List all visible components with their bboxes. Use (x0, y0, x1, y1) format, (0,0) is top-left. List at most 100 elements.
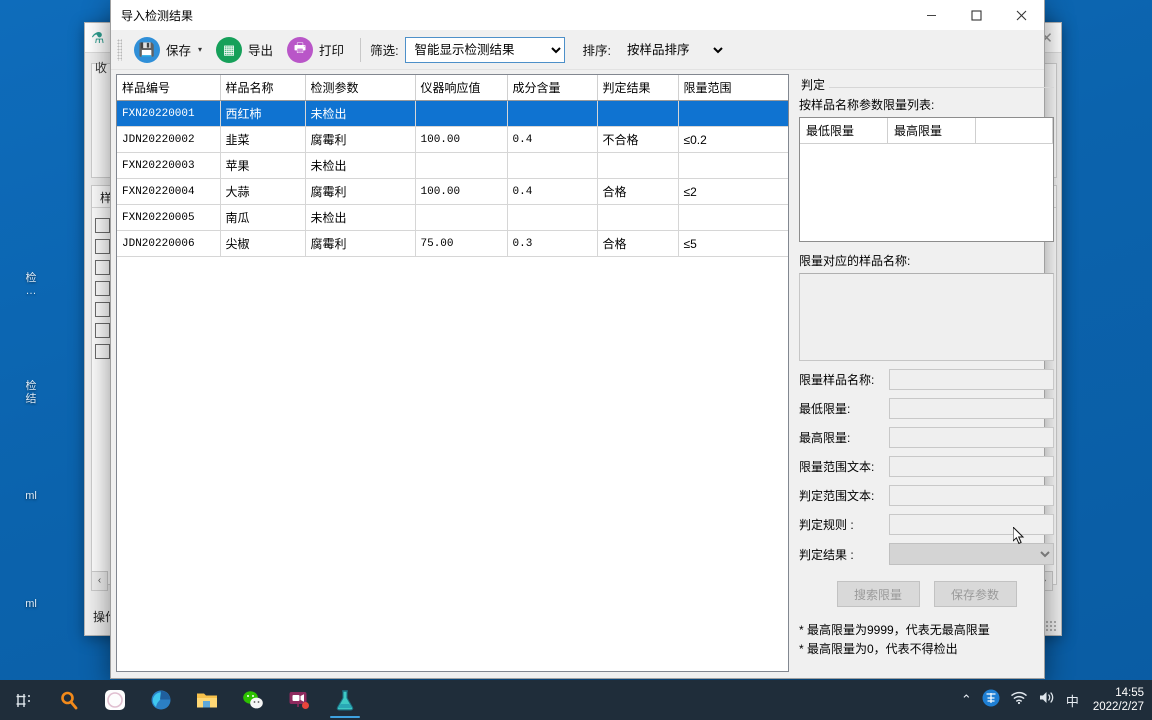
desktop-icon[interactable]: 检… (0, 272, 62, 298)
meeting-icon[interactable] (276, 680, 322, 720)
export-button[interactable]: ▦ 导出 (209, 34, 280, 66)
table-cell[interactable] (678, 100, 788, 127)
table-cell[interactable]: JDN20220006 (117, 230, 221, 257)
import-test-results-dialog[interactable]: 导入检测结果 💾 保存 ▾ ▦ 导出 🖶 打印 筛选: 智能显示检测结果 排序:… (110, 0, 1054, 679)
table-cell[interactable]: 腐霉利 (305, 178, 416, 205)
table-cell[interactable] (597, 152, 679, 179)
table-cell[interactable]: ≤0.2 (678, 126, 788, 153)
table-cell[interactable]: ≤5 (678, 230, 788, 257)
background-scroll-left-button[interactable]: ‹ (91, 571, 108, 591)
toolbar-grip-icon[interactable] (117, 38, 122, 61)
table-cell[interactable]: 西红柿 (220, 100, 306, 127)
grid-column-header[interactable]: 样品名称 (220, 75, 306, 101)
grid-column-header[interactable]: 成分含量 (507, 75, 598, 101)
cortana-icon[interactable] (92, 680, 138, 720)
table-cell[interactable]: 腐霉利 (305, 126, 416, 153)
edge-icon[interactable] (138, 680, 184, 720)
table-cell[interactable]: FXN20220001 (117, 100, 221, 127)
search-limit-button[interactable]: 搜索限量 (836, 581, 920, 607)
table-row[interactable]: FXN20220004 大蒜 腐霉利 100.00 0.4 合格 ≤2 (117, 178, 788, 205)
table-cell[interactable]: 0.4 (507, 178, 598, 205)
table-cell[interactable] (597, 100, 679, 127)
table-cell[interactable]: 南瓜 (220, 204, 306, 231)
table-cell[interactable] (678, 204, 788, 231)
table-cell[interactable] (415, 204, 508, 231)
grid-column-header[interactable]: 检测参数 (305, 75, 416, 101)
volume-icon[interactable] (1038, 690, 1056, 710)
desktop-icon[interactable]: ml (0, 598, 62, 611)
table-cell[interactable] (415, 152, 508, 179)
chevron-down-icon[interactable]: ▾ (198, 45, 202, 54)
field-input[interactable] (889, 514, 1054, 535)
desktop-icon[interactable]: 检结 (0, 380, 62, 406)
sort-select[interactable]: 按样品排序 (617, 36, 728, 63)
table-cell[interactable]: FXN20220005 (117, 204, 221, 231)
background-checkbox[interactable] (95, 218, 110, 233)
grid-column-header[interactable]: 样品编号 (117, 75, 221, 101)
ime-icon[interactable] (982, 689, 1000, 712)
table-cell[interactable] (678, 152, 788, 179)
minimize-button[interactable] (909, 0, 954, 30)
table-cell[interactable] (507, 100, 598, 127)
background-checkbox[interactable] (95, 344, 110, 359)
table-cell[interactable]: 腐霉利 (305, 230, 416, 257)
table-cell[interactable]: 0.3 (507, 230, 598, 257)
table-cell[interactable]: 尖椒 (220, 230, 306, 257)
table-cell[interactable]: 100.00 (415, 126, 508, 153)
wechat-icon[interactable] (230, 680, 276, 720)
background-checkbox[interactable] (95, 260, 110, 275)
judgement-result-select[interactable] (889, 543, 1054, 565)
results-grid-container[interactable]: 样品编号 样品名称 检测参数 仪器响应值 成分含量 判定结果 限量范围 FXN2022000… (116, 74, 789, 672)
table-row[interactable]: FXN20220003 苹果 未检出 (117, 152, 788, 179)
field-input[interactable] (889, 427, 1054, 448)
sample-name-textarea[interactable] (799, 273, 1054, 361)
table-cell[interactable]: 韭菜 (220, 126, 306, 153)
table-cell[interactable]: 75.00 (415, 230, 508, 257)
field-input[interactable] (889, 456, 1054, 477)
chevron-up-icon[interactable]: ⌃ (961, 692, 972, 708)
table-cell[interactable] (415, 100, 508, 127)
table-cell[interactable] (507, 152, 598, 179)
table-cell[interactable]: 苹果 (220, 152, 306, 179)
save-button[interactable]: 💾 保存 ▾ (127, 34, 209, 66)
table-cell[interactable]: 100.00 (415, 178, 508, 205)
table-row[interactable]: JDN20220006 尖椒 腐霉利 75.00 0.3 合格 ≤5 (117, 230, 788, 257)
table-cell[interactable]: FXN20220004 (117, 178, 221, 205)
background-checkbox[interactable] (95, 239, 110, 254)
filter-select[interactable]: 智能显示检测结果 (404, 36, 565, 63)
table-cell[interactable] (597, 204, 679, 231)
field-input[interactable] (889, 369, 1054, 390)
grid-column-header[interactable]: 限量范围 (678, 75, 788, 101)
maximize-button[interactable] (954, 0, 999, 30)
table-row[interactable]: JDN20220002 韭菜 腐霉利 100.00 0.4 不合格 ≤0.2 (117, 126, 788, 153)
flask-app-icon[interactable] (322, 680, 368, 720)
background-checkbox[interactable] (95, 323, 110, 338)
table-cell[interactable]: FXN20220003 (117, 152, 221, 179)
file-explorer-icon[interactable] (184, 680, 230, 720)
limit-list[interactable]: 最低限量 最高限量 (799, 117, 1054, 242)
print-button[interactable]: 🖶 打印 (280, 34, 351, 66)
grid-column-header[interactable]: 仪器响应值 (415, 75, 508, 101)
table-cell[interactable] (507, 204, 598, 231)
table-row[interactable]: FXN20220005 南瓜 未检出 (117, 204, 788, 231)
table-cell[interactable]: 未检出 (305, 204, 416, 231)
field-input[interactable] (889, 485, 1054, 506)
field-input[interactable] (889, 398, 1054, 419)
taskbar-clock[interactable]: 14:55 2022/2/27 (1089, 686, 1144, 714)
table-cell[interactable]: ≤2 (678, 178, 788, 205)
table-cell[interactable]: JDN20220002 (117, 126, 221, 153)
start-icon[interactable] (0, 680, 46, 720)
table-cell[interactable]: 合格 (597, 178, 679, 205)
table-row[interactable]: FXN20220001 西红柿 未检出 (117, 100, 788, 127)
desktop-icon[interactable]: ml (0, 490, 62, 503)
windows-taskbar[interactable]: ⌃ 中 14:55 2022/2/27 (0, 680, 1152, 720)
dialog-titlebar[interactable]: 导入检测结果 (111, 0, 1044, 30)
table-cell[interactable]: 未检出 (305, 100, 416, 127)
table-cell[interactable]: 0.4 (507, 126, 598, 153)
table-cell[interactable]: 未检出 (305, 152, 416, 179)
grid-column-header[interactable]: 判定结果 (597, 75, 679, 101)
network-icon[interactable] (1010, 690, 1028, 710)
search-icon[interactable] (46, 680, 92, 720)
close-button[interactable] (999, 0, 1044, 30)
table-cell[interactable]: 合格 (597, 230, 679, 257)
